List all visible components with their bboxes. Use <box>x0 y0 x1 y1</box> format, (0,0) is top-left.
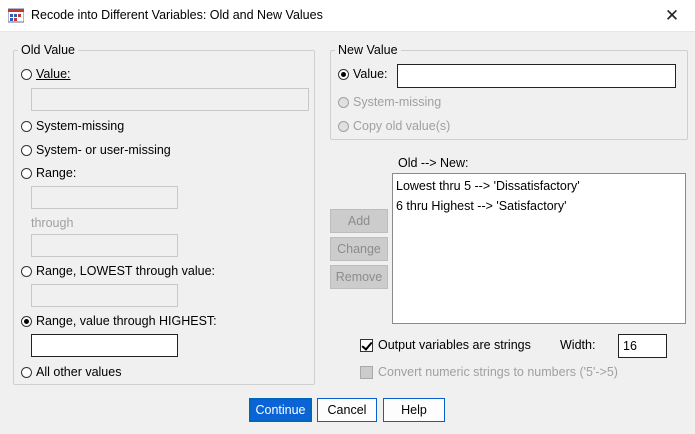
width-label: Width: <box>560 338 596 352</box>
old-value-input[interactable] <box>31 88 309 111</box>
range-highest-input[interactable] <box>31 334 178 357</box>
system-missing-label: System-missing <box>36 119 125 133</box>
range-label: Range: <box>36 166 77 180</box>
output-strings-checkbox[interactable]: Output variables are strings <box>360 338 531 352</box>
range-from-input[interactable] <box>31 186 178 209</box>
copy-old-values-label: Copy old value(s) <box>353 119 451 133</box>
radio-icon <box>338 120 349 132</box>
through-label: through <box>31 216 74 230</box>
title-bar: Recode into Different Variables: Old and… <box>0 0 695 32</box>
radio-icon <box>21 265 32 277</box>
output-strings-label: Output variables are strings <box>378 338 531 352</box>
range-to-input[interactable] <box>31 234 178 257</box>
radio-selected-icon <box>338 68 349 80</box>
mapping-list[interactable]: Lowest thru 5 --> 'Dissatisfactory' 6 th… <box>392 173 686 324</box>
checkbox-checked-icon <box>360 338 373 352</box>
convert-numeric-label: Convert numeric strings to numbers ('5'-… <box>378 365 618 379</box>
radio-icon <box>21 144 32 156</box>
system-missing-radio[interactable]: System-missing <box>21 119 124 133</box>
all-other-values-label: All other values <box>36 365 122 379</box>
old-value-radio[interactable]: Value: <box>21 67 71 81</box>
copy-old-values-radio[interactable]: Copy old value(s) <box>338 119 450 133</box>
radio-icon <box>21 68 32 80</box>
new-value-legend: New Value <box>338 43 398 57</box>
new-value-radio[interactable]: Value: <box>338 67 388 81</box>
range-lowest-label: Range, LOWEST through value: <box>36 264 216 278</box>
remove-button[interactable]: Remove <box>330 265 388 289</box>
range-highest-label: Range, value through HIGHEST: <box>36 314 217 328</box>
range-radio[interactable]: Range: <box>21 166 76 180</box>
range-highest-radio[interactable]: Range, value through HIGHEST: <box>21 314 217 328</box>
new-value-label: Value: <box>353 67 388 81</box>
checkbox-icon <box>360 365 373 379</box>
close-icon[interactable]: ✕ <box>649 0 695 31</box>
change-button[interactable]: Change <box>330 237 388 261</box>
continue-button[interactable]: Continue <box>249 398 312 422</box>
help-button[interactable]: Help <box>383 398 445 422</box>
mapping-label: Old --> New: <box>398 156 469 170</box>
list-item[interactable]: 6 thru Highest --> 'Satisfactory' <box>396 199 682 219</box>
add-button[interactable]: Add <box>330 209 388 233</box>
system-or-user-missing-label: System- or user-missing <box>36 143 171 157</box>
new-system-missing-radio[interactable]: System-missing <box>338 95 441 109</box>
window-title: Recode into Different Variables: Old and… <box>31 8 323 22</box>
radio-icon <box>21 167 32 179</box>
radio-icon <box>21 120 32 132</box>
all-other-values-radio[interactable]: All other values <box>21 365 121 379</box>
spss-app-icon <box>8 8 24 23</box>
radio-icon <box>21 366 32 378</box>
system-or-user-missing-radio[interactable]: System- or user-missing <box>21 143 171 157</box>
convert-numeric-checkbox[interactable]: Convert numeric strings to numbers ('5'-… <box>360 365 618 379</box>
radio-selected-icon <box>21 315 32 327</box>
list-item[interactable]: Lowest thru 5 --> 'Dissatisfactory' <box>396 179 682 199</box>
old-value-label: Value: <box>36 67 71 81</box>
old-value-legend: Old Value <box>21 43 75 57</box>
new-value-input[interactable] <box>397 64 676 88</box>
radio-icon <box>338 96 349 108</box>
width-input[interactable] <box>618 334 667 358</box>
range-lowest-radio[interactable]: Range, LOWEST through value: <box>21 264 215 278</box>
new-system-missing-label: System-missing <box>353 95 442 109</box>
range-lowest-input[interactable] <box>31 284 178 307</box>
cancel-button[interactable]: Cancel <box>317 398 377 422</box>
